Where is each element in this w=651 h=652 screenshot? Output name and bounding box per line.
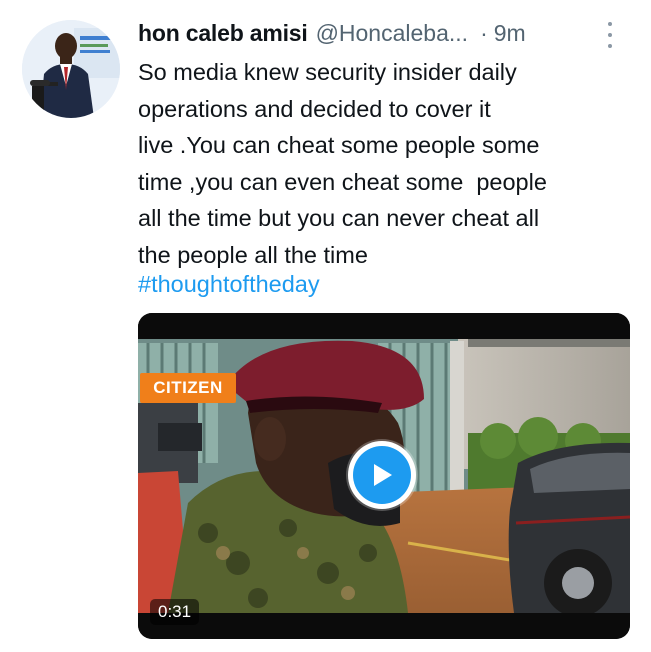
more-vertical-icon[interactable]	[605, 22, 615, 48]
separator-dot: ·	[480, 19, 488, 46]
avatar[interactable]	[22, 20, 120, 118]
tweet[interactable]: hon caleb amisi @Honcaleba... · 9m So me…	[0, 0, 651, 652]
video-player[interactable]: CITIZEN 0:31	[138, 313, 630, 639]
hashtag-link[interactable]: #thoughtoftheday	[138, 266, 320, 302]
author-name[interactable]: hon caleb amisi	[138, 20, 308, 47]
tweet-text: So media knew security insider daily ope…	[138, 59, 547, 268]
author-handle[interactable]: @Honcaleba...	[316, 20, 469, 47]
tweet-header: hon caleb amisi @Honcaleba... · 9m	[138, 16, 637, 50]
citizen-logo: CITIZEN	[140, 373, 236, 403]
avatar-image	[22, 20, 120, 118]
timestamp[interactable]: 9m	[494, 20, 526, 47]
play-icon	[353, 446, 411, 504]
video-duration: 0:31	[150, 599, 200, 625]
play-button[interactable]	[348, 441, 416, 509]
